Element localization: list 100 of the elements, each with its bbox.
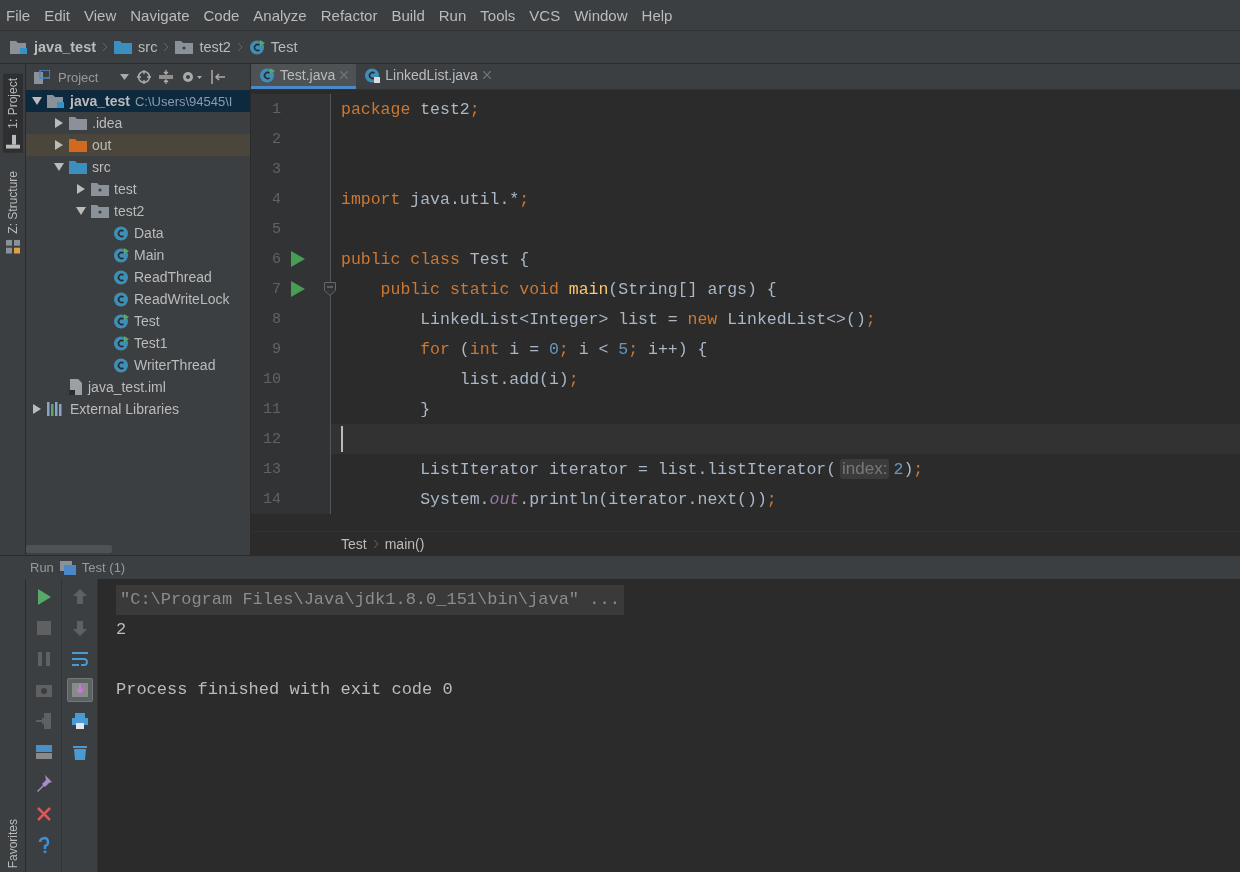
tree-item-label: ReadWriteLock bbox=[134, 291, 230, 307]
chevron-icon bbox=[102, 42, 109, 52]
side-tab[interactable]: Z: Structure bbox=[2, 166, 23, 258]
menu-item[interactable]: Run bbox=[438, 6, 467, 24]
tree-item[interactable]: java_test C:\Users\94545\I bbox=[26, 90, 250, 112]
panel-title[interactable]: Project bbox=[58, 69, 99, 85]
project-view-icon bbox=[34, 70, 50, 84]
breadcrumb-item[interactable]: java_test bbox=[34, 39, 97, 55]
stop-icon bbox=[34, 619, 53, 637]
collapsed-arrow-icon[interactable] bbox=[76, 184, 86, 194]
side-tab-label: Z: Structure bbox=[5, 170, 20, 234]
editor-tab[interactable]: Test.java bbox=[251, 64, 357, 89]
close-icon[interactable] bbox=[482, 71, 491, 79]
tree-item-label: External Libraries bbox=[70, 401, 179, 417]
tree-item-label: Test bbox=[134, 313, 160, 329]
menu-item[interactable]: VCS bbox=[529, 6, 561, 24]
run-icon[interactable] bbox=[291, 281, 305, 297]
console-output: 2 bbox=[116, 619, 127, 641]
tree-item[interactable]: ReadThread bbox=[26, 266, 250, 288]
breadcrumb-item[interactable]: Test bbox=[341, 535, 367, 552]
run-icon[interactable] bbox=[291, 251, 305, 267]
tree-item[interactable]: WriterThread bbox=[26, 354, 250, 376]
tree-item[interactable]: Main bbox=[26, 244, 250, 266]
expanded-arrow-icon[interactable] bbox=[32, 96, 42, 106]
tree-item-label: Test1 bbox=[134, 335, 168, 351]
project-path: C:\Users\94545\I bbox=[134, 93, 233, 109]
tree-item-label: out bbox=[92, 137, 112, 153]
tree-item[interactable]: src bbox=[26, 156, 250, 178]
toolbar-button[interactable] bbox=[66, 678, 93, 702]
structure-icon bbox=[5, 239, 20, 254]
runnable-class-icon bbox=[248, 39, 265, 55]
breadcrumb-item[interactable]: main() bbox=[384, 535, 425, 552]
code-line: import java.util.*; bbox=[340, 189, 530, 209]
project-folder-icon bbox=[10, 40, 28, 54]
collapse-icon[interactable] bbox=[159, 70, 174, 84]
menu-item[interactable]: Navigate bbox=[130, 6, 190, 24]
project-folder-icon bbox=[47, 94, 65, 108]
collapsed-arrow-icon[interactable] bbox=[54, 118, 64, 128]
tree-item[interactable]: out bbox=[26, 134, 250, 156]
run-panel-title[interactable]: Run bbox=[30, 560, 54, 575]
library-icon bbox=[47, 402, 65, 416]
package-icon bbox=[91, 182, 109, 196]
tree-item-label: Main bbox=[134, 247, 165, 263]
menu-item[interactable]: Edit bbox=[44, 6, 71, 24]
code-line: LinkedList<Integer> list = new LinkedList<>(); bbox=[419, 309, 876, 329]
breadcrumb-item[interactable]: src bbox=[138, 39, 158, 55]
tree-item[interactable]: Test1 bbox=[26, 332, 250, 354]
tree-item[interactable]: java_test.iml bbox=[26, 376, 250, 398]
menu-item[interactable]: Refactor bbox=[320, 6, 378, 24]
menu-item[interactable]: Tools bbox=[480, 6, 516, 24]
tree-item[interactable]: .idea bbox=[26, 112, 250, 134]
menu-item[interactable]: Code bbox=[203, 6, 240, 24]
tree-item[interactable]: test2 bbox=[26, 200, 250, 222]
menu-item[interactable]: File bbox=[6, 6, 31, 24]
menu-item[interactable]: Window bbox=[574, 6, 628, 24]
chevron-icon bbox=[236, 42, 243, 52]
menu-item[interactable]: Help bbox=[641, 6, 673, 24]
tree-item[interactable]: Test bbox=[26, 310, 250, 332]
layout-icon bbox=[34, 743, 53, 761]
side-tab[interactable]: 1: Project bbox=[2, 74, 23, 153]
expanded-arrow-icon[interactable] bbox=[76, 206, 86, 216]
chevron-icon bbox=[372, 538, 379, 549]
package-icon bbox=[175, 40, 194, 54]
collapsed-arrow-icon[interactable] bbox=[32, 404, 42, 414]
collapsed-arrow-icon[interactable] bbox=[54, 140, 64, 150]
code-line: public class Test { bbox=[340, 249, 530, 269]
settings-icon[interactable] bbox=[181, 70, 204, 84]
code-line: System.out.println(iterator.next()); bbox=[419, 489, 777, 509]
scroll-to-end-icon bbox=[70, 681, 89, 699]
tab-label: LinkedList.java bbox=[385, 67, 478, 83]
menu-item[interactable]: Build bbox=[391, 6, 425, 24]
tree-item[interactable]: External Libraries bbox=[26, 398, 250, 420]
tree-item-label: .idea bbox=[92, 115, 123, 131]
menu-item[interactable]: Analyze bbox=[253, 6, 307, 24]
tree-item-label: test2 bbox=[114, 203, 145, 219]
tree-item-label: test bbox=[114, 181, 137, 197]
chevron-icon bbox=[163, 42, 170, 52]
file-icon bbox=[69, 379, 83, 395]
tab-label: Test.java bbox=[280, 67, 336, 83]
code-line: package test2; bbox=[340, 99, 480, 119]
tree-item[interactable]: test bbox=[26, 178, 250, 200]
hide-panel-icon[interactable] bbox=[211, 70, 226, 84]
tree-item-label: java_test bbox=[70, 93, 130, 109]
scrollbar[interactable] bbox=[26, 545, 112, 553]
exit-icon bbox=[34, 712, 53, 730]
breadcrumb-item[interactable]: test2 bbox=[199, 39, 231, 55]
tree-item[interactable]: Data bbox=[26, 222, 250, 244]
tree-item[interactable]: ReadWriteLock bbox=[26, 288, 250, 310]
text-cursor bbox=[341, 426, 343, 452]
dropdown-caret-icon[interactable] bbox=[120, 74, 130, 80]
package-icon bbox=[91, 204, 109, 218]
close-icon bbox=[34, 805, 53, 823]
breadcrumb-item[interactable]: Test bbox=[270, 39, 298, 55]
tree-item-label: ReadThread bbox=[134, 269, 212, 285]
side-tab-label: 1: Project bbox=[5, 78, 20, 129]
run-config-tab[interactable]: Test (1) bbox=[81, 560, 126, 575]
menu-item[interactable]: View bbox=[84, 6, 117, 24]
expanded-arrow-icon[interactable] bbox=[54, 162, 64, 172]
locate-icon[interactable] bbox=[137, 70, 152, 84]
fold-icon[interactable] bbox=[324, 282, 336, 296]
